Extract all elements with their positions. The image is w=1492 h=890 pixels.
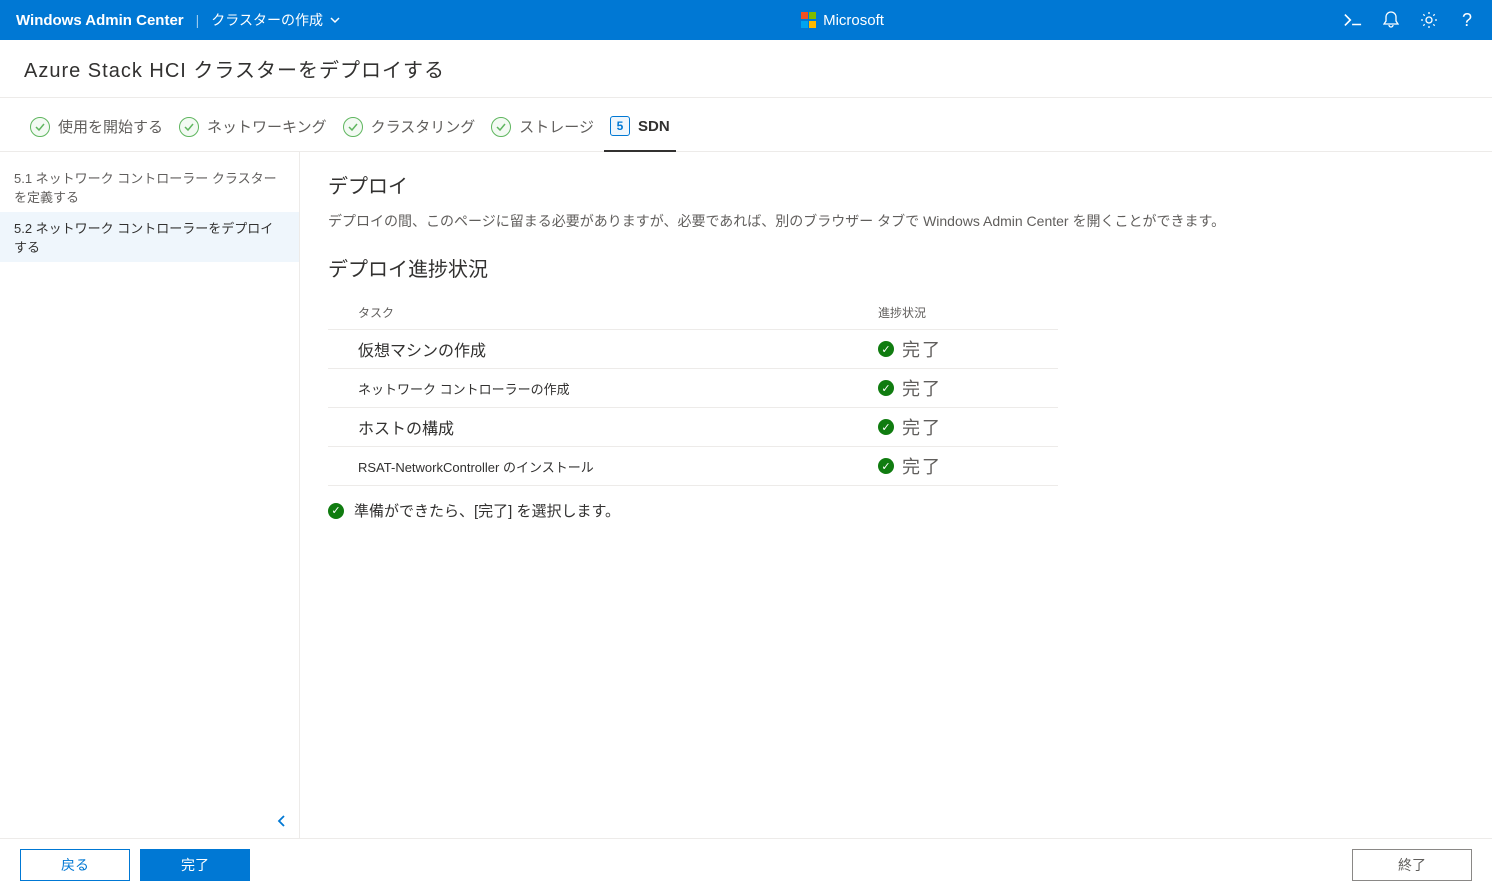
task-name: ネットワーク コントローラーの作成 bbox=[358, 379, 878, 398]
deploy-description: デプロイの間、このページに留まる必要がありますが、必要であれば、別のブラウザー … bbox=[328, 211, 1464, 231]
task-name: RSAT-NetworkController のインストール bbox=[358, 457, 878, 476]
page-title: Azure Stack HCI クラスターをデプロイする bbox=[0, 40, 1492, 98]
task-status: 完了 bbox=[902, 336, 942, 362]
app-header: Windows Admin Center | クラスターの作成 Microsof… bbox=[0, 0, 1492, 40]
table-row: ホストの構成 ✓ 完了 bbox=[328, 408, 1058, 447]
progress-table: タスク 進捗状況 仮想マシンの作成 ✓ 完了 ネットワーク コントローラーの作成 … bbox=[328, 296, 1058, 486]
step-label: ストレージ bbox=[519, 116, 594, 137]
table-row: RSAT-NetworkController のインストール ✓ 完了 bbox=[328, 447, 1058, 486]
substep-sidebar: 5.1 ネットワーク コントローラー クラスターを定義する 5.2 ネットワーク… bbox=[0, 152, 300, 838]
step-number-badge: 5 bbox=[610, 116, 630, 136]
check-icon bbox=[343, 117, 363, 137]
brand-label: Microsoft bbox=[823, 12, 884, 29]
ready-message: ✓ 準備ができたら、[完了] を選択します。 bbox=[328, 500, 1464, 521]
section-heading-deploy: デプロイ bbox=[328, 170, 1464, 199]
task-name: 仮想マシンの作成 bbox=[358, 337, 878, 361]
notifications-icon[interactable] bbox=[1382, 11, 1400, 29]
task-status: 完了 bbox=[902, 414, 942, 440]
context-dropdown[interactable]: クラスターの作成 bbox=[211, 10, 341, 30]
main-content: デプロイ デプロイの間、このページに留まる必要がありますが、必要であれば、別のブ… bbox=[300, 152, 1492, 838]
table-row: 仮想マシンの作成 ✓ 完了 bbox=[328, 330, 1058, 369]
success-check-icon: ✓ bbox=[878, 380, 894, 396]
step-label: SDN bbox=[638, 118, 670, 135]
powershell-icon[interactable] bbox=[1344, 11, 1362, 29]
section-heading-progress: デプロイ進捗状況 bbox=[328, 253, 1464, 282]
check-icon bbox=[179, 117, 199, 137]
col-header-status: 進捗状況 bbox=[878, 304, 926, 321]
context-label: クラスターの作成 bbox=[211, 10, 323, 30]
check-icon bbox=[30, 117, 50, 137]
step-label: クラスタリング bbox=[371, 116, 476, 137]
task-name: ホストの構成 bbox=[358, 415, 878, 439]
app-title: Windows Admin Center bbox=[16, 12, 184, 29]
collapse-sidebar-icon[interactable] bbox=[275, 814, 289, 828]
table-row: ネットワーク コントローラーの作成 ✓ 完了 bbox=[328, 369, 1058, 408]
step-clustering[interactable]: クラスタリング bbox=[337, 108, 482, 151]
chevron-down-icon bbox=[329, 14, 341, 26]
wizard-steps: 使用を開始する ネットワーキング クラスタリング ストレージ 5 SDN bbox=[0, 98, 1492, 152]
task-status: 完了 bbox=[902, 375, 942, 401]
success-check-icon: ✓ bbox=[878, 419, 894, 435]
success-check-icon: ✓ bbox=[878, 341, 894, 357]
step-storage[interactable]: ストレージ bbox=[485, 108, 600, 151]
help-icon[interactable]: ? bbox=[1458, 11, 1476, 29]
step-label: 使用を開始する bbox=[58, 116, 163, 137]
step-sdn[interactable]: 5 SDN bbox=[604, 108, 676, 152]
wizard-footer: 戻る 完了 終了 bbox=[0, 838, 1492, 890]
col-header-task: タスク bbox=[358, 304, 878, 321]
sidebar-item-define-nc-cluster[interactable]: 5.1 ネットワーク コントローラー クラスターを定義する bbox=[0, 162, 299, 212]
success-check-icon: ✓ bbox=[328, 503, 344, 519]
step-get-started[interactable]: 使用を開始する bbox=[24, 108, 169, 151]
header-divider: | bbox=[196, 12, 200, 28]
ready-text: 準備ができたら、[完了] を選択します。 bbox=[354, 500, 620, 521]
step-networking[interactable]: ネットワーキング bbox=[173, 108, 333, 151]
step-label: ネットワーキング bbox=[207, 116, 327, 137]
settings-gear-icon[interactable] bbox=[1420, 11, 1438, 29]
success-check-icon: ✓ bbox=[878, 458, 894, 474]
microsoft-logo-icon bbox=[801, 12, 817, 28]
task-status: 完了 bbox=[902, 453, 942, 479]
sidebar-item-deploy-nc[interactable]: 5.2 ネットワーク コントローラーをデプロイする bbox=[0, 212, 299, 262]
check-icon bbox=[491, 117, 511, 137]
